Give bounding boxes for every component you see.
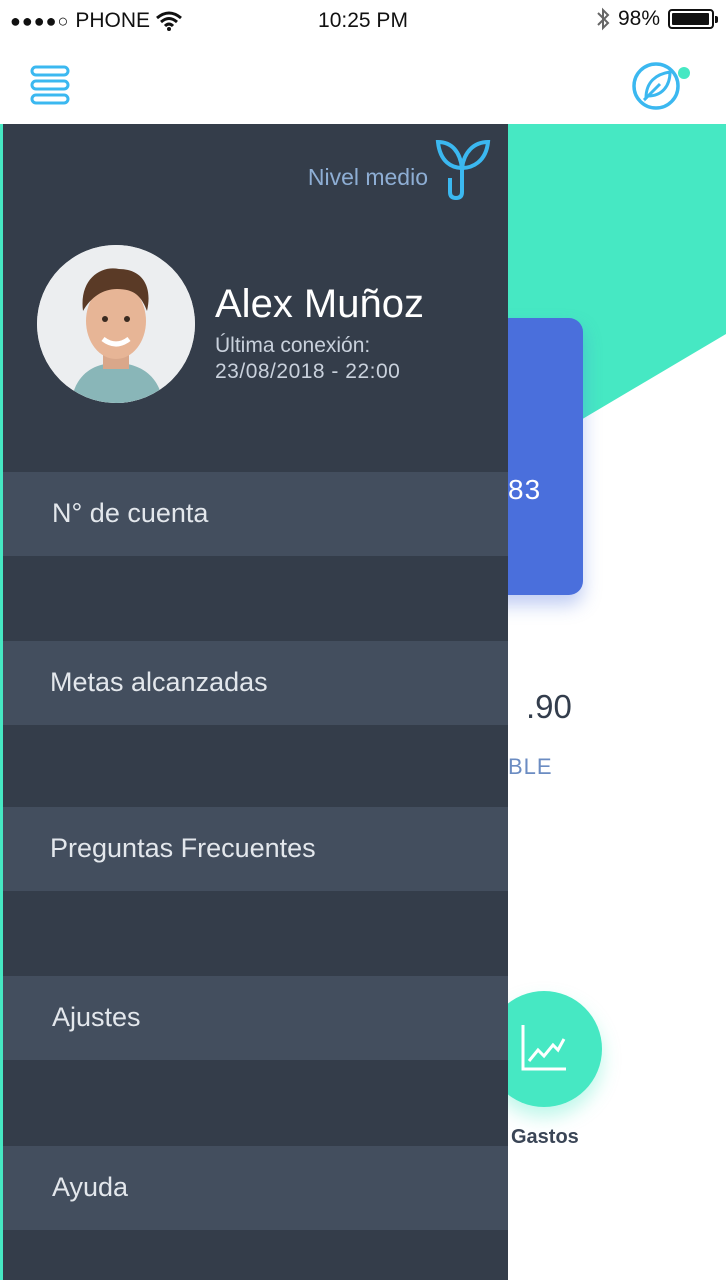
status-right: 98% — [596, 7, 718, 31]
balance-label: BLE — [508, 754, 553, 779]
profile-button[interactable] — [632, 60, 692, 112]
last-login-label: Última conexión: — [215, 334, 371, 357]
bluetooth-icon — [597, 7, 610, 31]
menu-item-label: Metas alcanzadas — [50, 667, 268, 697]
profile-photo — [37, 245, 195, 403]
user-name: Alex Muñoz — [215, 282, 424, 326]
menu-button[interactable] — [30, 64, 72, 106]
menu-item-label: Preguntas Frecuentes — [50, 833, 316, 863]
expenses-label: Gastos — [511, 1126, 579, 1148]
last-login-value: 23/08/2018 - 22:00 — [215, 360, 401, 383]
sprout-icon — [435, 139, 491, 200]
avatar[interactable] — [37, 245, 195, 403]
menu-item-settings[interactable]: Ajustes — [3, 976, 508, 1060]
menu-item-label: Ajustes — [52, 1002, 141, 1032]
level-label: Nivel medio — [307, 163, 428, 190]
card-number: 83 — [508, 474, 542, 505]
battery-fill — [672, 13, 709, 25]
menu-item-help[interactable]: Ayuda — [3, 1146, 508, 1230]
battery-icon — [668, 9, 718, 29]
user-level: Nivel medio — [308, 134, 494, 200]
menu-item-account-number[interactable]: N° de cuenta — [3, 472, 508, 556]
status-bar: ●●●●○ PHONE 10:25 PM 98% — [0, 0, 726, 42]
menu-item-label: N° de cuenta — [52, 498, 209, 528]
balance-amount: .90 — [526, 688, 572, 725]
chart-icon — [521, 1025, 566, 1071]
leaf-icon — [632, 62, 690, 110]
side-drawer: Nivel medio Alex Muñoz Última conexión: … — [0, 124, 508, 1280]
battery-percent: 98% — [617, 7, 660, 30]
notification-dot — [678, 67, 690, 79]
menu-icon — [30, 65, 70, 105]
menu-item-goals[interactable]: Metas alcanzadas — [3, 641, 508, 725]
menu-item-label: Ayuda — [52, 1172, 129, 1202]
menu-item-faq[interactable]: Preguntas Frecuentes — [3, 807, 508, 891]
app-header — [0, 42, 726, 124]
